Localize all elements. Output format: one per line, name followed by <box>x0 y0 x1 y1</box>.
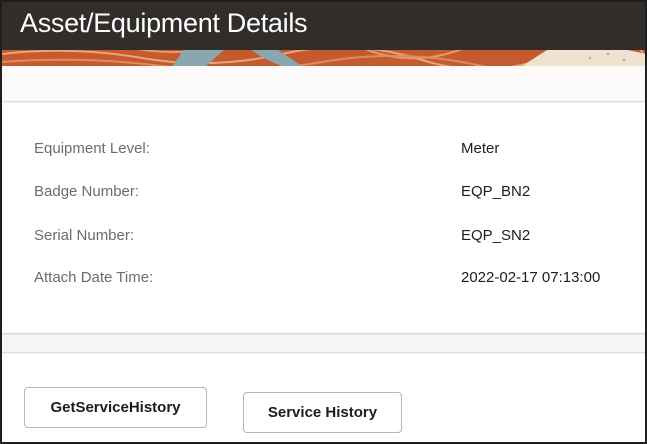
badge-number-label: Badge Number: <box>34 183 140 200</box>
page-title: Asset/Equipment Details <box>20 8 308 38</box>
section-divider <box>2 335 645 353</box>
attach-date-time-label: Attach Date Time: <box>34 269 154 286</box>
service-history-button[interactable]: Service History <box>243 392 402 433</box>
header-spacer <box>2 66 645 102</box>
equipment-details-panel: Equipment Level: Meter Badge Number: EQP… <box>2 103 645 334</box>
equipment-level-value: Meter <box>461 140 500 157</box>
equipment-level-label: Equipment Level: <box>34 140 150 157</box>
badge-number-value: EQP_BN2 <box>461 183 531 200</box>
app-window: Asset/Equipment Details Equipment Level:… <box>0 0 647 444</box>
detail-row-attach-date-time: Attach Date Time: 2022-02-17 07:13:00 <box>2 269 645 293</box>
actions-toolbar: GetServiceHistory Service History <box>2 354 645 442</box>
attach-date-time-value: 2022-02-17 07:13:00 <box>461 269 601 286</box>
get-service-history-button[interactable]: GetServiceHistory <box>24 387 207 428</box>
serial-number-label: Serial Number: <box>34 227 135 244</box>
serial-number-value: EQP_SN2 <box>461 227 531 244</box>
title-bar: Asset/Equipment Details <box>2 2 645 50</box>
detail-row-serial-number: Serial Number: EQP_SN2 <box>2 227 645 251</box>
detail-row-badge-number: Badge Number: EQP_BN2 <box>2 183 645 207</box>
detail-row-equipment-level: Equipment Level: Meter <box>2 140 645 164</box>
